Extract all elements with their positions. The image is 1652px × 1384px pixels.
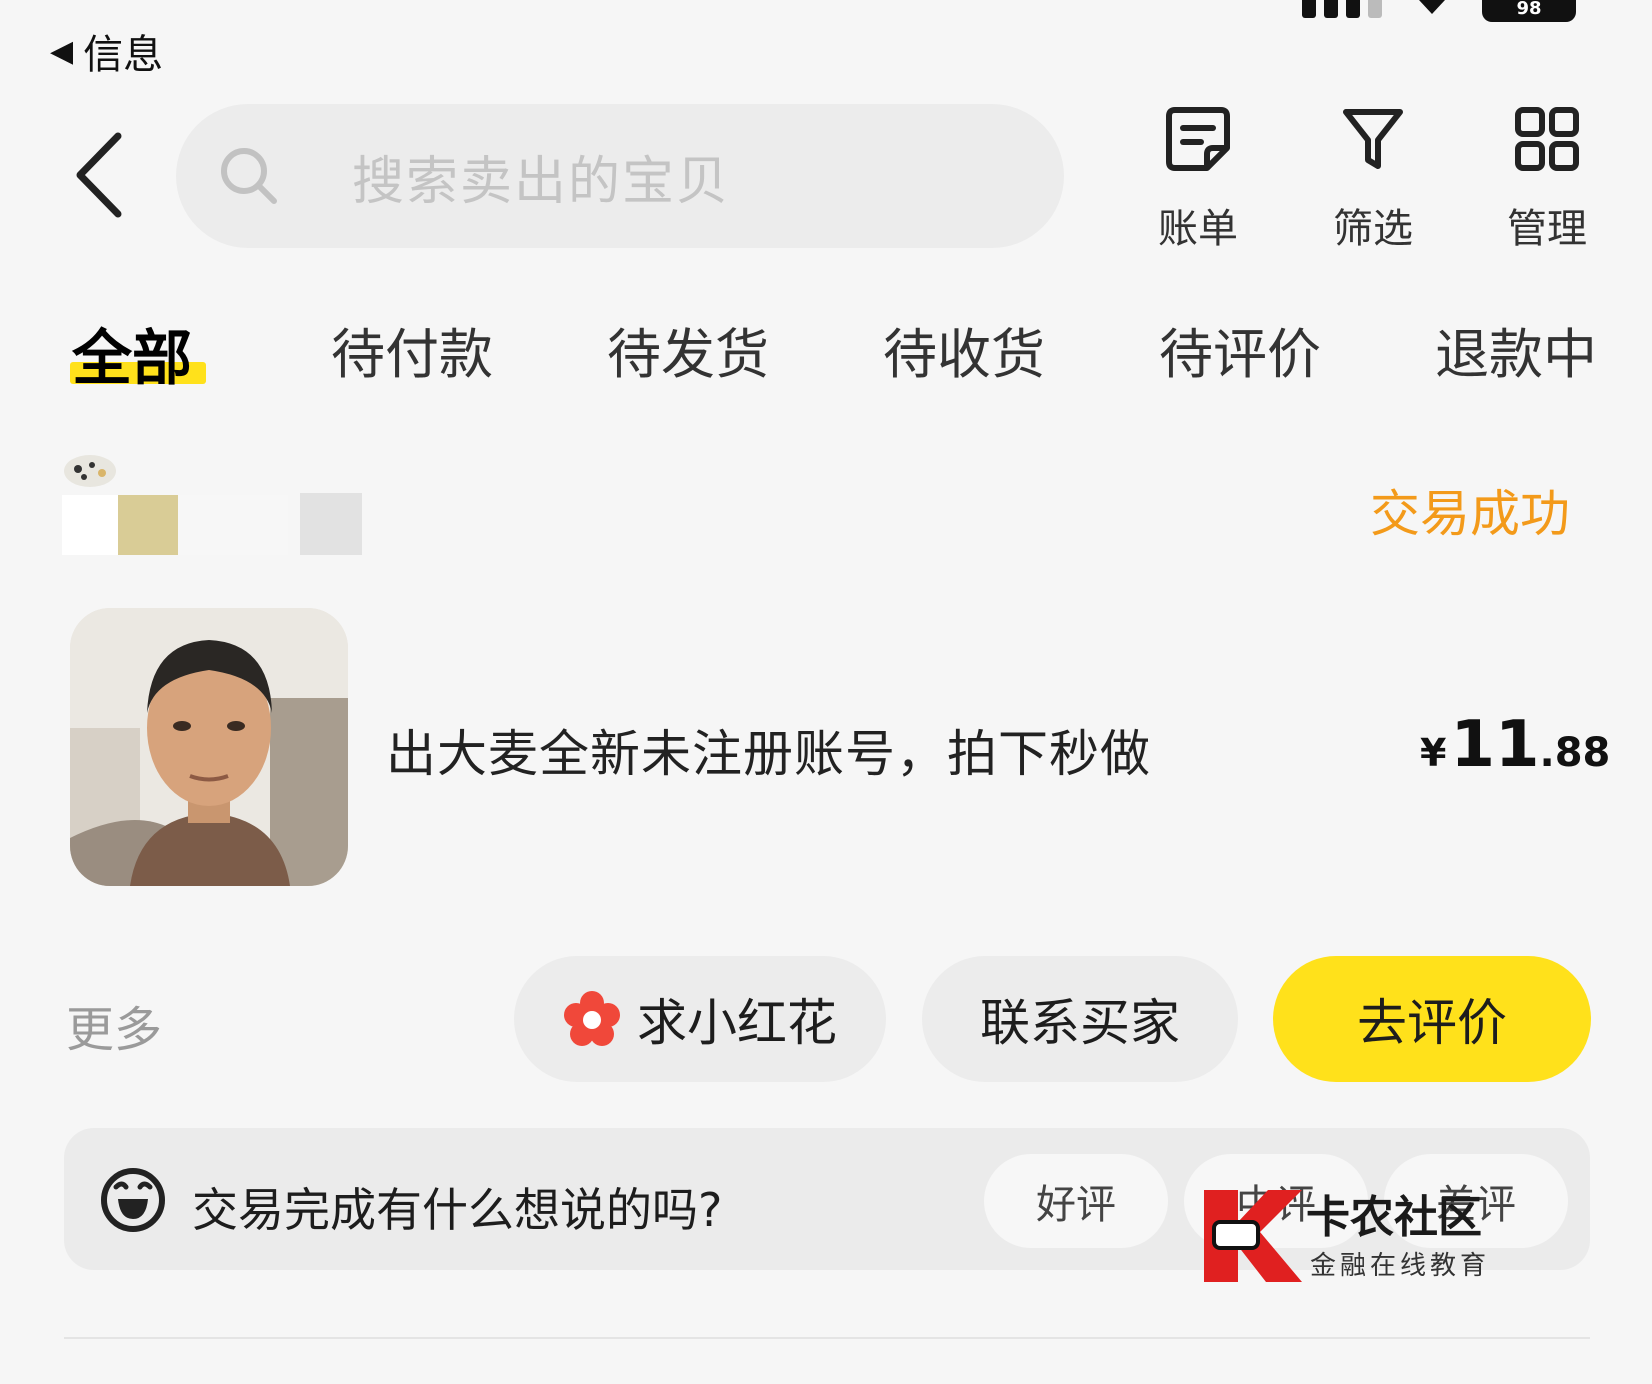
tab-all[interactable]: 全部 bbox=[72, 310, 192, 397]
bill-button[interactable]: 账单 bbox=[1143, 104, 1253, 254]
flower-icon bbox=[564, 991, 620, 1046]
review-button[interactable]: 去评价 bbox=[1273, 956, 1591, 1082]
more-button[interactable]: 更多 bbox=[66, 990, 162, 1060]
ask-flower-label: 求小红花 bbox=[637, 994, 837, 1052]
search-icon bbox=[221, 148, 277, 204]
back-triangle-icon: ◀ bbox=[50, 33, 74, 69]
feedback-prompt: 交易完成有什么想说的吗? bbox=[192, 1183, 723, 1237]
grid-icon bbox=[1515, 107, 1579, 171]
tab-refunding[interactable]: 退款中 bbox=[1435, 310, 1597, 389]
status-back-label: 信息 bbox=[83, 32, 164, 78]
tab-pending-review[interactable]: 待评价 bbox=[1159, 310, 1321, 389]
price-integer: 11 bbox=[1450, 708, 1540, 782]
filter-icon bbox=[1343, 109, 1403, 169]
manage-button[interactable]: 管理 bbox=[1492, 104, 1602, 254]
product-thumbnail[interactable] bbox=[70, 608, 348, 886]
trade-status-label: 交易成功 bbox=[1370, 485, 1570, 543]
product-photo bbox=[70, 608, 348, 886]
smile-icon bbox=[101, 1168, 165, 1232]
tab-pending-payment[interactable]: 待付款 bbox=[331, 310, 493, 389]
battery-level: 98 bbox=[1516, 0, 1542, 19]
battery-icon: 98 bbox=[1482, 0, 1576, 22]
watermark-subtitle: 金融在线教育 bbox=[1310, 1251, 1490, 1281]
contact-buyer-button[interactable]: 联系买家 bbox=[922, 956, 1238, 1082]
divider bbox=[64, 1337, 1590, 1339]
search-bar[interactable]: 搜索卖出的宝贝 bbox=[176, 104, 1064, 248]
rate-good-button[interactable]: 好评 bbox=[984, 1154, 1168, 1248]
cellular-signal-icon bbox=[1302, 0, 1382, 18]
buyer-avatar[interactable] bbox=[62, 455, 362, 555]
bill-label: 账单 bbox=[1158, 206, 1238, 252]
filter-button[interactable]: 筛选 bbox=[1318, 104, 1428, 254]
ask-flower-button[interactable]: 求小红花 bbox=[514, 956, 886, 1082]
back-arrow-icon[interactable] bbox=[70, 130, 130, 220]
tab-pending-shipment[interactable]: 待发货 bbox=[607, 310, 769, 389]
order-price: ¥ 11 .88 bbox=[1420, 708, 1610, 782]
product-title[interactable]: 出大麦全新未注册账号，拍下秒做 bbox=[386, 714, 1151, 786]
price-currency: ¥ bbox=[1420, 731, 1447, 775]
price-decimal: .88 bbox=[1539, 730, 1611, 776]
bill-icon bbox=[1166, 107, 1230, 171]
tab-pending-receipt[interactable]: 待收货 bbox=[883, 310, 1045, 389]
status-back-link[interactable]: ◀ 信息 bbox=[50, 22, 163, 80]
filter-label: 筛选 bbox=[1333, 206, 1413, 252]
watermark-logo: 卡农社区 金融在线教育 bbox=[1204, 1190, 1490, 1282]
watermark-title: 卡农社区 bbox=[1306, 1192, 1482, 1243]
manage-label: 管理 bbox=[1507, 206, 1587, 252]
wifi-icon bbox=[1419, 0, 1445, 14]
search-placeholder: 搜索卖出的宝贝 bbox=[352, 151, 731, 212]
